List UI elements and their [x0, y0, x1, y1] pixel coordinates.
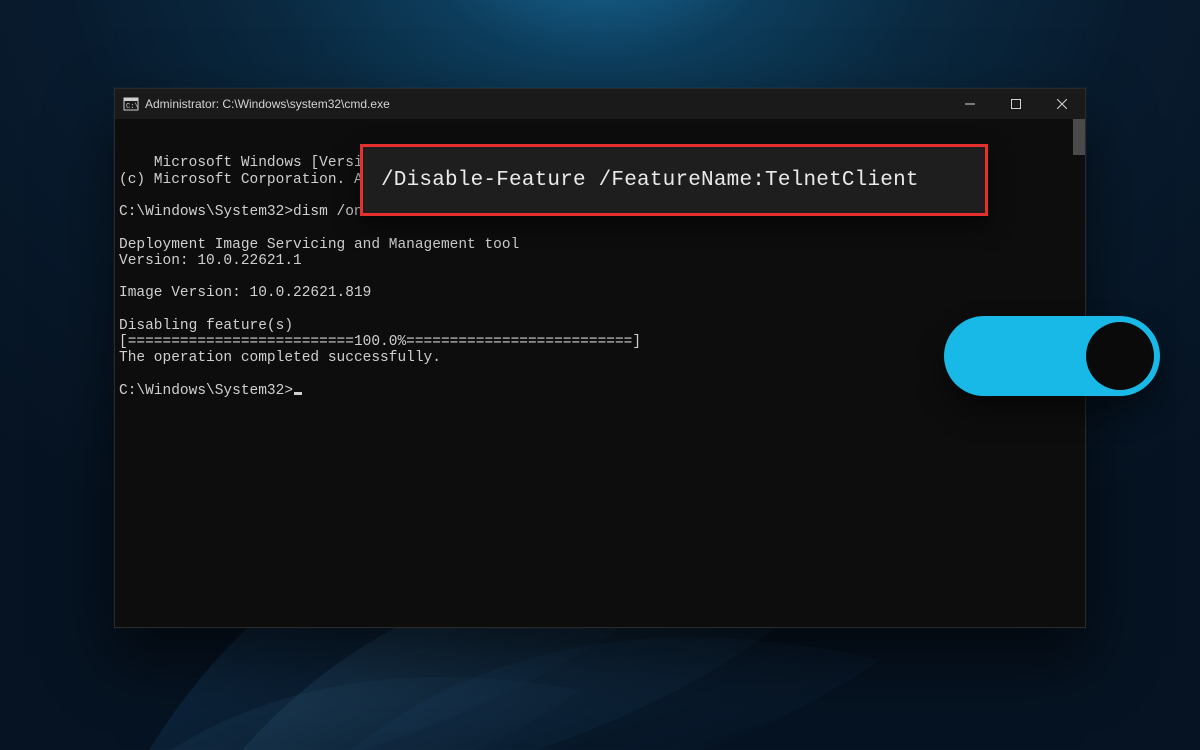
terminal-line: Deployment Image Servicing and Managemen… — [119, 237, 519, 253]
maximize-button[interactable] — [993, 89, 1039, 119]
terminal-prompt-line: C:\Windows\System32> — [119, 383, 302, 399]
svg-text:C:\: C:\ — [126, 103, 139, 111]
terminal-line: Version: 10.0.22621.1 — [119, 253, 302, 269]
callout-text: /Disable-Feature /FeatureName:TelnetClie… — [381, 169, 919, 192]
window-controls — [947, 89, 1085, 119]
cmd-icon: C:\ — [123, 96, 139, 112]
terminal-line: The operation completed successfully. — [119, 350, 441, 366]
minimize-button[interactable] — [947, 89, 993, 119]
terminal-prompt: C:\Windows\System32> — [119, 383, 293, 399]
toggle-knob — [1086, 322, 1154, 390]
close-button[interactable] — [1039, 89, 1085, 119]
window-title: Administrator: C:\Windows\system32\cmd.e… — [145, 97, 947, 111]
toggle-switch[interactable] — [944, 316, 1160, 396]
command-highlight-callout: /Disable-Feature /FeatureName:TelnetClie… — [360, 144, 988, 216]
cursor — [294, 392, 302, 395]
scrollbar-thumb[interactable] — [1073, 119, 1085, 155]
terminal-line: [==========================100.0%=======… — [119, 334, 641, 350]
terminal-line: Image Version: 10.0.22621.819 — [119, 285, 371, 301]
titlebar[interactable]: C:\ Administrator: C:\Windows\system32\c… — [115, 89, 1085, 119]
terminal-line: Disabling feature(s) — [119, 318, 293, 334]
